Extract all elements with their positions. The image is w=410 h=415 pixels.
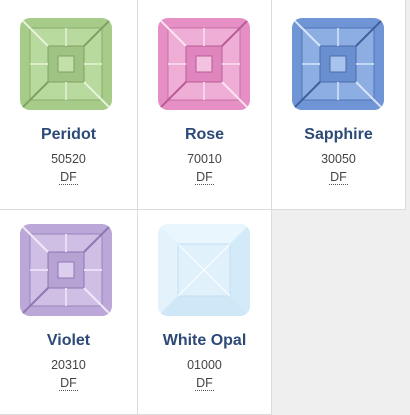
product-name[interactable]: White Opal	[138, 332, 271, 350]
product-name[interactable]: Peridot	[0, 126, 137, 144]
product-card-peridot[interactable]: Peridot 50520 DF	[0, 0, 138, 210]
product-name[interactable]: Violet	[0, 332, 137, 350]
sapphire-gem-icon	[292, 18, 384, 110]
product-code: 70010	[187, 152, 222, 166]
product-name[interactable]: Sapphire	[272, 126, 405, 144]
empty-grid-slot	[272, 210, 410, 415]
violet-gem-icon	[20, 224, 112, 316]
finish-abbr: DF	[138, 170, 271, 185]
product-name[interactable]: Rose	[138, 126, 271, 144]
product-card-violet[interactable]: Violet 20310 DF	[0, 210, 138, 415]
finish-label: DF	[59, 376, 78, 391]
finish-abbr: DF	[272, 170, 405, 185]
product-card-rose[interactable]: Rose 70010 DF	[138, 0, 272, 210]
product-card-white-opal[interactable]: White Opal 01000 DF	[138, 210, 272, 415]
finish-label: DF	[195, 376, 214, 391]
white-opal-gem-icon	[158, 224, 250, 316]
product-card-sapphire[interactable]: Sapphire 30050 DF	[272, 0, 406, 210]
product-code: 20310	[51, 358, 86, 372]
finish-abbr: DF	[0, 170, 137, 185]
product-code: 01000	[187, 358, 222, 372]
rose-gem-icon	[158, 18, 250, 110]
finish-abbr: DF	[0, 376, 137, 391]
finish-label: DF	[59, 170, 78, 185]
finish-label: DF	[329, 170, 348, 185]
product-code: 50520	[51, 152, 86, 166]
finish-abbr: DF	[138, 376, 271, 391]
finish-label: DF	[195, 170, 214, 185]
peridot-gem-icon	[20, 18, 112, 110]
product-code: 30050	[321, 152, 356, 166]
product-grid: Peridot 50520 DF Rose 70010 DF Sapphire …	[0, 0, 410, 415]
